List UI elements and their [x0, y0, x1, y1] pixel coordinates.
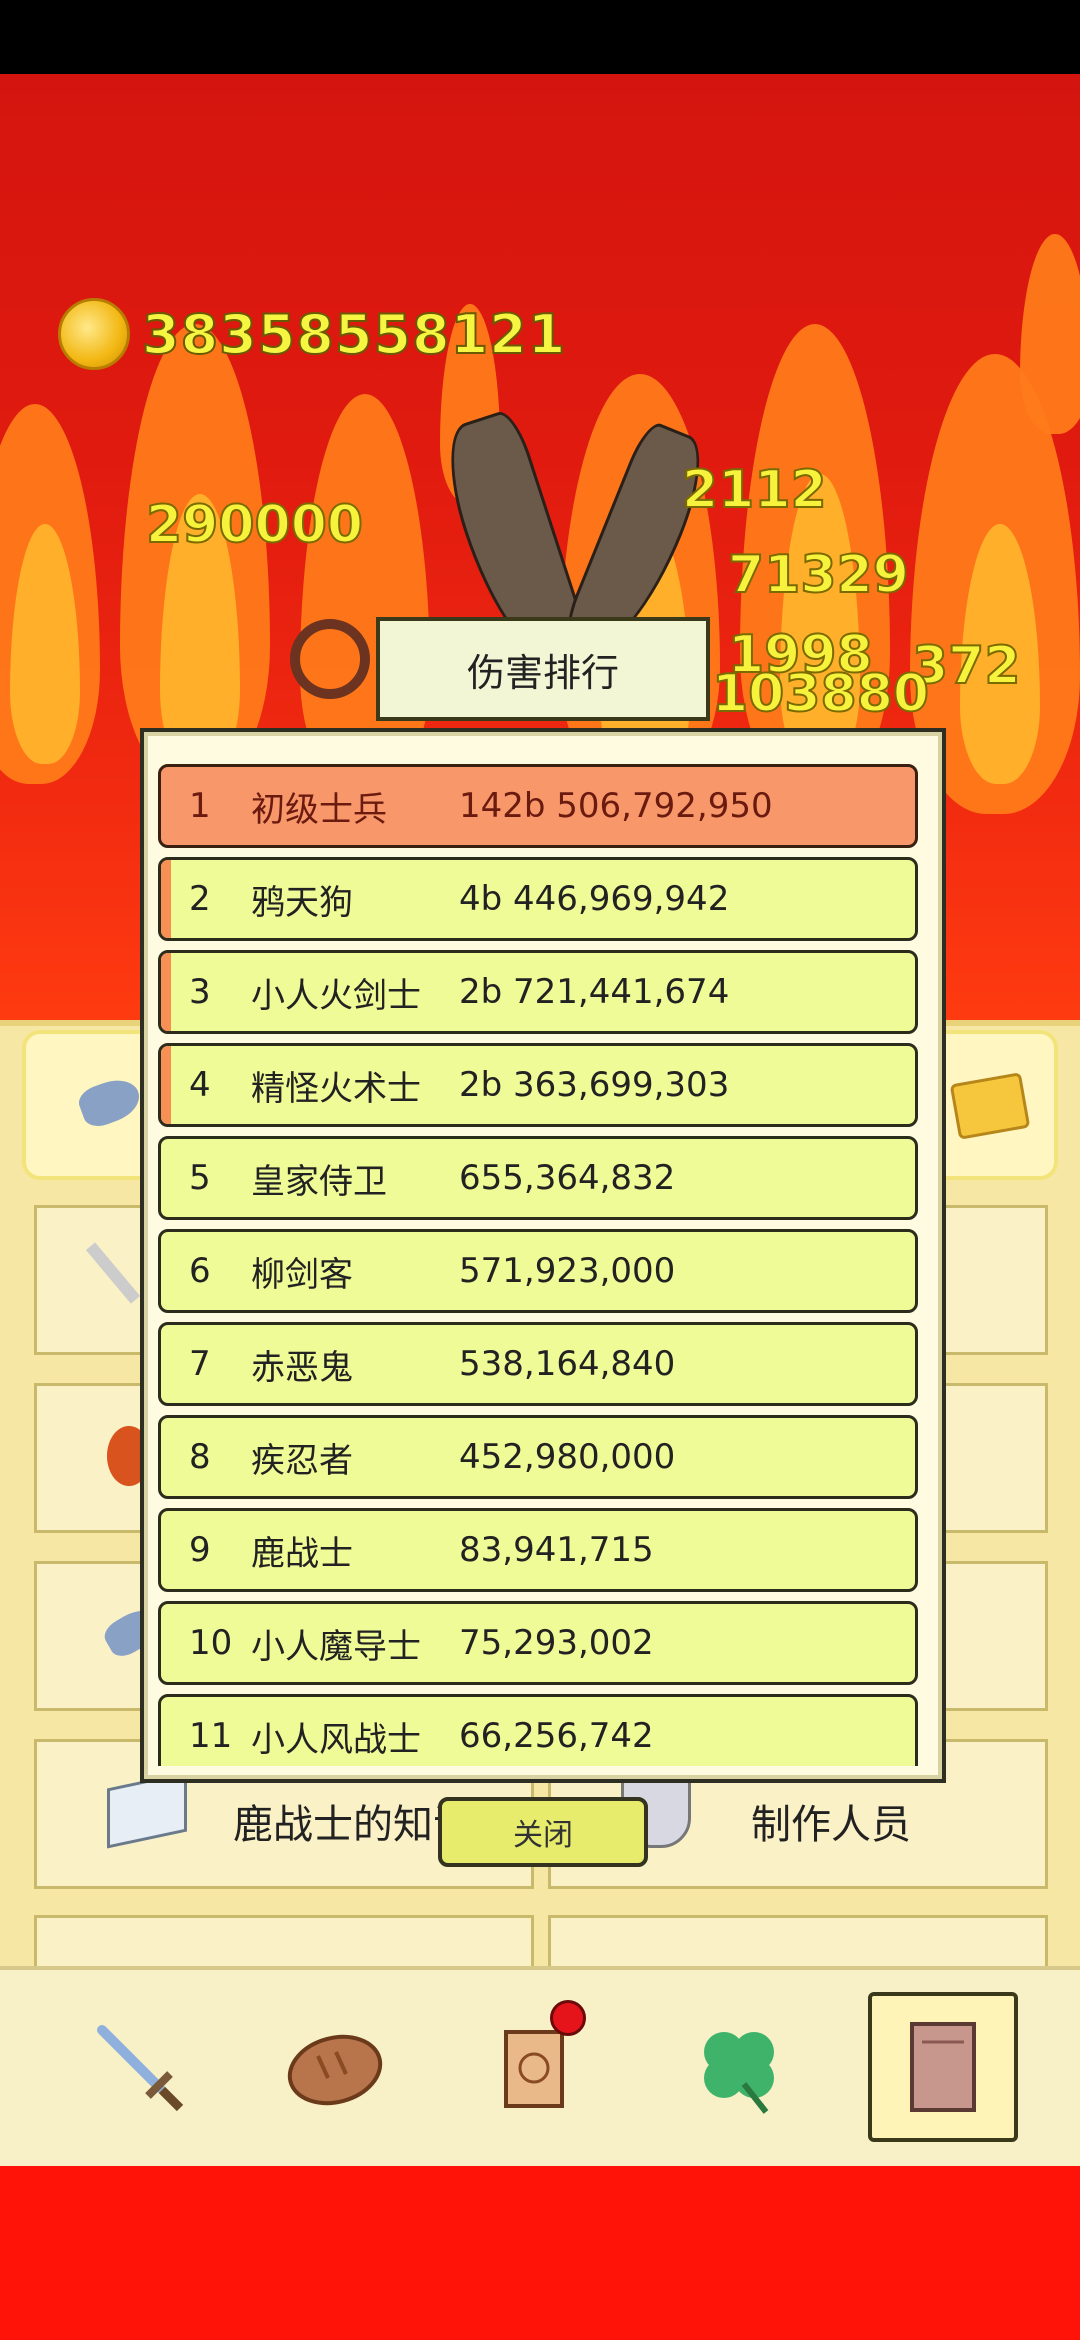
ranking-row: 2 鸦天狗 4b 446,969,942 — [158, 857, 918, 941]
rank-number: 7 — [189, 1344, 211, 1384]
unit-name: 皇家侍卫 — [251, 1161, 387, 1202]
damage-score: 2b 363,699,303 — [459, 1065, 730, 1105]
book-icon — [910, 2022, 976, 2112]
damage-score: 66,256,742 — [459, 1716, 654, 1756]
gold-counter: 38358558121 — [58, 294, 566, 374]
sword-icon — [85, 1242, 141, 1304]
ranking-title: 伤害排行 — [376, 617, 710, 721]
gold-amount: 38358558121 — [141, 302, 567, 367]
close-button[interactable]: 关闭 — [438, 1797, 648, 1867]
fish-icon — [74, 1072, 146, 1132]
rank-number: 2 — [189, 879, 211, 919]
open-book-icon — [107, 1771, 187, 1849]
rank-number: 5 — [189, 1158, 211, 1198]
ranking-row: 9 鹿战士 83,941,715 — [158, 1508, 918, 1592]
bottom-bar — [0, 2166, 1080, 2340]
rank-number: 4 — [189, 1065, 211, 1105]
ranking-row: 11 小人风战士 66,256,742 — [158, 1694, 918, 1766]
rank-number: 8 — [189, 1437, 211, 1477]
damage-number: 2112 — [681, 459, 828, 521]
damage-score: 75,293,002 — [459, 1623, 654, 1663]
unit-name: 小人风战士 — [251, 1719, 421, 1760]
unit-name: 精怪火术士 — [251, 1068, 421, 1109]
unit-name: 柳剑客 — [251, 1254, 353, 1295]
coin-icon — [58, 298, 130, 370]
ranking-row: 6 柳剑客 571,923,000 — [158, 1229, 918, 1313]
damage-score: 83,941,715 — [459, 1530, 654, 1570]
nav-scroll-button[interactable] — [460, 1992, 610, 2142]
rank-number: 1 — [189, 786, 211, 826]
bread-icon — [287, 2034, 383, 2106]
ranking-list[interactable]: 1 初级士兵 142b 506,792,950 2 鸦天狗 4b 446,969,942 3… — [158, 746, 928, 1766]
damage-score: 4b 446,969,942 — [459, 879, 730, 919]
nav-bread-button[interactable] — [260, 1992, 410, 2142]
rank-accent — [161, 953, 171, 1031]
credits-label: 制作人员 — [751, 1802, 911, 1848]
damage-number: 290000 — [145, 494, 364, 556]
ranking-row: 3 小人火剑士 2b 721,441,674 — [158, 950, 918, 1034]
unit-name: 疾忍者 — [251, 1440, 353, 1481]
ranking-row: 4 精怪火术士 2b 363,699,303 — [158, 1043, 918, 1127]
damage-score: 571,923,000 — [459, 1251, 676, 1291]
damage-number: 103880 — [711, 663, 930, 725]
rank-accent — [161, 1046, 171, 1124]
ranking-row: 1 初级士兵 142b 506,792,950 — [158, 764, 918, 848]
status-bar — [0, 0, 1080, 74]
rank-number: 10 — [189, 1623, 233, 1663]
nav-sword-button[interactable] — [64, 1992, 214, 2142]
clover-icon — [704, 2032, 774, 2114]
monster-tail — [290, 619, 370, 699]
unit-name: 鸦天狗 — [251, 882, 353, 923]
damage-number: 71329 — [727, 544, 910, 606]
damage-score: 452,980,000 — [459, 1437, 676, 1477]
damage-score: 655,364,832 — [459, 1158, 676, 1198]
sword-icon — [97, 2025, 184, 2112]
ranking-row: 10 小人魔导士 75,293,002 — [158, 1601, 918, 1685]
unit-name: 赤恶鬼 — [251, 1347, 353, 1388]
unit-name: 小人火剑士 — [251, 975, 421, 1016]
ranking-dialog: 1 初级士兵 142b 506,792,950 2 鸦天狗 4b 446,969,942 3… — [140, 728, 946, 1783]
damage-score: 2b 721,441,674 — [459, 972, 730, 1012]
bottom-nav — [0, 1966, 1080, 2170]
damage-score: 538,164,840 — [459, 1344, 676, 1384]
cheese-icon — [949, 1072, 1031, 1140]
deer-warrior-knowledge-label: 鹿战士的知识 — [233, 1802, 473, 1848]
notification-dot — [550, 2000, 586, 2036]
rank-accent — [161, 860, 171, 938]
ranking-row: 7 赤恶鬼 538,164,840 — [158, 1322, 918, 1406]
nav-book-button[interactable] — [868, 1992, 1018, 2142]
ranking-row: 8 疾忍者 452,980,000 — [158, 1415, 918, 1499]
nav-clover-button[interactable] — [664, 1992, 814, 2142]
rank-number: 6 — [189, 1251, 211, 1291]
rank-number: 11 — [189, 1716, 233, 1756]
rank-number: 9 — [189, 1530, 211, 1570]
unit-name: 鹿战士 — [251, 1533, 353, 1574]
ranking-row: 5 皇家侍卫 655,364,832 — [158, 1136, 918, 1220]
game-screen: 38358558121 290000 2112 71329 1998 372 1… — [0, 0, 1080, 2340]
unit-name: 小人魔导士 — [251, 1626, 421, 1667]
rank-number: 3 — [189, 972, 211, 1012]
damage-score: 142b 506,792,950 — [459, 786, 773, 826]
unit-name: 初级士兵 — [251, 789, 387, 830]
